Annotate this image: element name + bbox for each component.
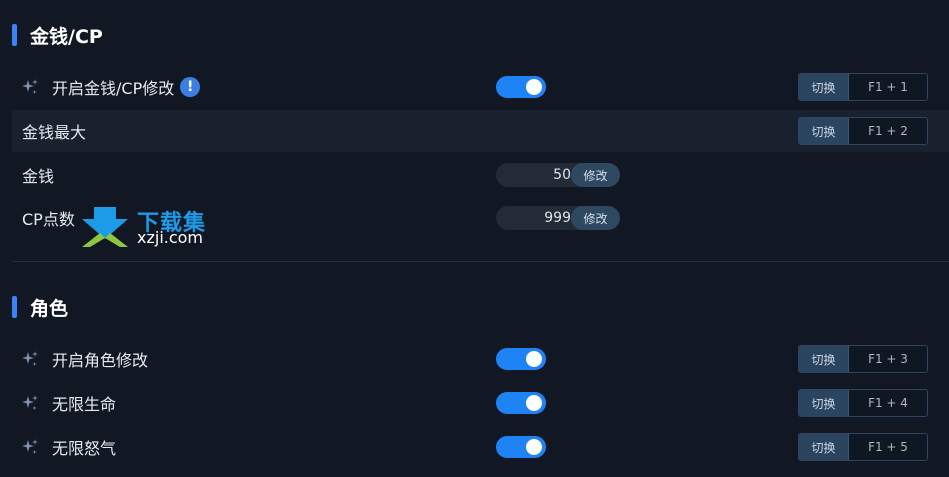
option-label-text: 开启角色修改 (52, 351, 149, 370)
info-icon[interactable]: ! (180, 77, 201, 97)
switch-button[interactable]: 切换 (799, 390, 849, 416)
hotkey-binding[interactable]: F1 + 2 (849, 118, 927, 144)
section-title: 金钱/CP (30, 25, 103, 48)
cp-number-field: 999 修改 (496, 206, 620, 230)
section-accent-bar (12, 24, 17, 46)
switch-button[interactable]: 切换 (799, 346, 849, 372)
hotkey-group: 切换 F1 + 3 (798, 345, 928, 373)
infinite-health-toggle[interactable] (496, 392, 546, 414)
money-value-input[interactable]: 50 (496, 163, 571, 187)
hotkey-binding[interactable]: F1 + 5 (849, 434, 927, 460)
sparkle-icon (22, 395, 38, 410)
enable-character-toggle[interactable] (496, 348, 546, 370)
hotkey-binding[interactable]: F1 + 3 (849, 346, 927, 372)
hotkey-binding[interactable]: F1 + 1 (849, 74, 927, 100)
option-row-enable-money: 开启金钱/CP修改 ! 切换 F1 + 1 (12, 66, 949, 108)
option-label-text: 无限生命 (52, 395, 117, 414)
option-row-enable-character: 开启角色修改 切换 F1 + 3 (12, 338, 949, 380)
watermark-url: xzji.com (137, 228, 204, 247)
sparkle-icon (22, 79, 38, 94)
switch-button[interactable]: 切换 (799, 434, 849, 460)
section-accent-bar (12, 296, 17, 318)
option-label-text: 无限怒气 (52, 439, 117, 458)
hotkey-group: 切换 F1 + 2 (798, 117, 928, 145)
toggle-knob (526, 79, 542, 95)
modify-button[interactable]: 修改 (571, 163, 620, 187)
hotkey-group: 切换 F1 + 1 (798, 73, 928, 101)
modify-button[interactable]: 修改 (571, 206, 620, 230)
toggle-knob (526, 439, 542, 455)
option-row-infinite-rage: 无限怒气 切换 F1 + 5 (12, 426, 949, 468)
hotkey-binding[interactable]: F1 + 4 (849, 390, 927, 416)
cp-value-input[interactable]: 999 (496, 206, 571, 230)
option-label-text: 开启金钱/CP修改 (52, 79, 175, 98)
enable-money-toggle[interactable] (496, 76, 546, 98)
sparkle-icon (22, 351, 38, 366)
option-label-text: CP点数 (22, 210, 75, 229)
option-label: 开启金钱/CP修改 ! (52, 66, 201, 108)
money-number-field: 50 修改 (496, 163, 620, 187)
watermark-logo: 下载集 xzji.com (80, 205, 220, 249)
switch-button[interactable]: 切换 (799, 118, 849, 144)
watermark-arrow-icon (82, 207, 128, 247)
toggle-knob (526, 351, 542, 367)
option-row-money-max: 金钱最大 切换 F1 + 2 (12, 110, 949, 152)
section-divider (12, 261, 949, 262)
sparkle-icon (22, 439, 38, 454)
section-title: 角色 (30, 297, 69, 320)
toggle-knob (526, 395, 542, 411)
option-label-text: 金钱最大 (22, 123, 87, 142)
hotkey-group: 切换 F1 + 5 (798, 433, 928, 461)
option-label-text: 金钱 (22, 167, 55, 186)
option-row-infinite-health: 无限生命 切换 F1 + 4 (12, 382, 949, 424)
section-header-character: 角色 (12, 295, 69, 320)
section-header-money: 金钱/CP (12, 23, 103, 48)
hotkey-group: 切换 F1 + 4 (798, 389, 928, 417)
switch-button[interactable]: 切换 (799, 74, 849, 100)
option-row-money: 金钱 50 修改 (12, 154, 949, 196)
infinite-rage-toggle[interactable] (496, 436, 546, 458)
